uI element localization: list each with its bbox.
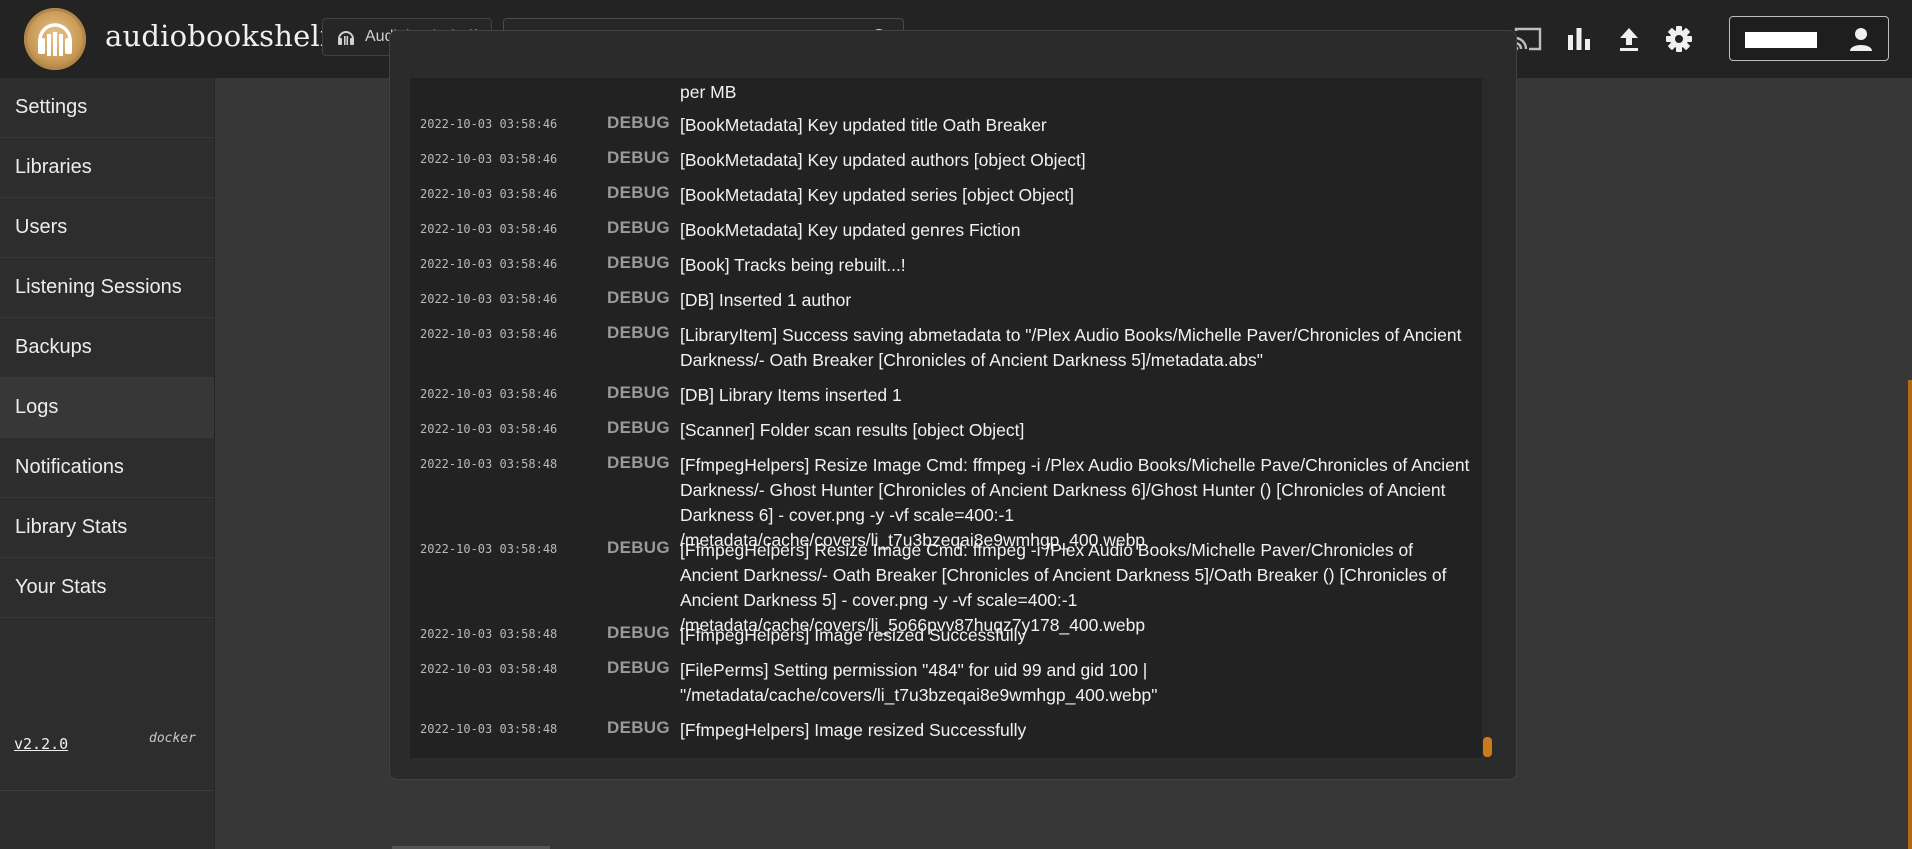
log-level: DEBUG [607,218,670,237]
log-level: DEBUG [607,383,670,402]
version-link[interactable]: v2.2.0 [14,735,68,753]
sidebar-item-your-stats[interactable]: Your Stats [0,558,214,618]
log-message: [FfmpegHelpers] Image resized Successful… [680,625,1027,645]
sidebar-item-label: Logs [15,396,59,418]
log-timestamp: 2022-10-03 03:58:48 [420,627,558,641]
settings-gear-icon[interactable] [1662,22,1696,56]
user-account-button[interactable] [1729,16,1889,61]
log-level: DEBUG [607,113,670,132]
log-timestamp: 2022-10-03 03:58:46 [420,152,558,166]
log-level: DEBUG [607,658,670,677]
log-timestamp: 2022-10-03 03:58:48 [420,457,558,471]
log-level: DEBUG [607,623,670,642]
log-level: DEBUG [607,538,670,557]
sidebar-item-label: Libraries [15,156,92,178]
sidebar-item-users[interactable]: Users [0,198,214,258]
log-message: [Book] Tracks being rebuilt...! [680,255,906,275]
sidebar-item-notifications[interactable]: Notifications [0,438,214,498]
sidebar-item-label: Notifications [15,456,124,478]
log-scrollbar[interactable] [1482,78,1492,758]
upload-icon[interactable] [1612,22,1646,56]
app-logo[interactable] [24,8,86,70]
log-message: [LibraryItem] Success saving abmetadata … [680,325,1462,370]
sidebar-item-settings[interactable]: Settings [0,78,214,138]
log-timestamp: 2022-10-03 03:58:46 [420,327,558,341]
log-timestamp: 2022-10-03 03:58:48 [420,662,558,676]
sidebar-item-label: Users [15,216,68,238]
log-message: [BookMetadata] Key updated genres Fictio… [680,220,1021,240]
log-message: per MB [680,82,737,102]
sidebar-item-listening-sessions[interactable]: Listening Sessions [0,258,214,318]
log-level: DEBUG [607,253,670,272]
user-icon [1848,26,1874,52]
log-message: [FfmpegHelpers] Image resized Successful… [680,720,1027,740]
log-message: [Scanner] Folder scan results [object Ob… [680,420,1025,440]
log-level: DEBUG [607,148,670,167]
log-timestamp: 2022-10-03 03:58:46 [420,222,558,236]
headphones-icon [335,26,357,48]
log-message: [BookMetadata] Key updated title Oath Br… [680,115,1047,135]
log-timestamp: 2022-10-03 03:58:46 [420,387,558,401]
log-timestamp: 2022-10-03 03:58:46 [420,422,558,436]
sidebar-item-label: Listening Sessions [15,276,182,298]
log-timestamp: 2022-10-03 03:58:48 [420,542,558,556]
log-message: [BookMetadata] Key updated series [objec… [680,185,1074,205]
log-message: [FilePerms] Setting permission "484" for… [680,660,1158,705]
log-message: [DB] Inserted 1 author [680,290,852,310]
log-level: DEBUG [607,453,670,472]
log-timestamp: 2022-10-03 03:58:48 [420,722,558,736]
sidebar-item-library-stats[interactable]: Library Stats [0,498,214,558]
log-timestamp: 2022-10-03 03:58:46 [420,117,558,131]
log-message: [DB] Library Items inserted 1 [680,385,902,405]
app-title[interactable]: audiobookshelf [105,16,331,56]
install-type-label: docker [149,731,196,746]
sidebar-divider [0,790,214,791]
log-level: DEBUG [607,718,670,737]
log-timestamp: 2022-10-03 03:58:46 [420,187,558,201]
page-scrollbar[interactable] [1908,380,1912,849]
log-level: DEBUG [607,323,670,342]
log-scrollbar-thumb[interactable] [1483,737,1492,757]
username-redacted [1745,32,1817,48]
sidebar-item-label: Library Stats [15,516,128,538]
sidebar-item-logs[interactable]: Logs [0,378,214,438]
log-level: DEBUG [607,183,670,202]
stats-icon[interactable] [1562,22,1596,56]
log-message: [BookMetadata] Key updated authors [obje… [680,150,1086,170]
log-timestamp: 2022-10-03 03:58:46 [420,292,558,306]
headphones-books-icon [38,23,72,56]
log-level: DEBUG [607,288,670,307]
log-level: DEBUG [607,418,670,437]
log-timestamp: 2022-10-03 03:58:46 [420,257,558,271]
sidebar-item-libraries[interactable]: Libraries [0,138,214,198]
sidebar-item-label: Backups [15,336,92,358]
sidebar-item-label: Your Stats [15,576,107,598]
sidebar-item-backups[interactable]: Backups [0,318,214,378]
sidebar-item-label: Settings [15,96,88,118]
